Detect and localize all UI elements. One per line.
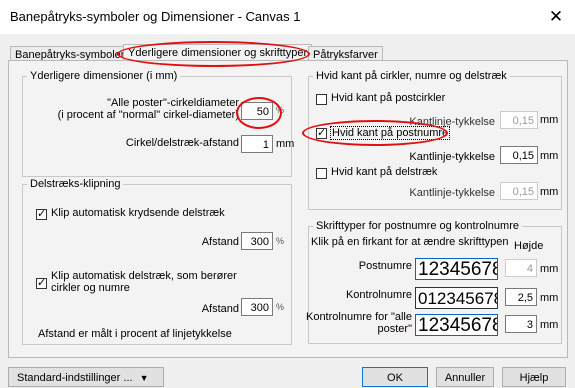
defaults-dropdown[interactable]: Standard-indstillinger ... ▼ <box>8 367 164 387</box>
fonts-hint: Klik på en firkant for at ændre skriftty… <box>311 236 509 248</box>
white-postcircles-width-input[interactable]: 0,15 <box>500 111 538 129</box>
height-header: Højde <box>514 240 544 252</box>
white-postnumbers-checkbox[interactable] <box>316 126 327 139</box>
dimensions-legend: Yderligere dimensioner (i mm) <box>30 70 178 82</box>
defaults-label: Standard-indstillinger ... <box>17 372 133 384</box>
postnumbers-height-input[interactable]: 4 <box>505 259 537 277</box>
clipping-group: Delstræks-klipning <box>22 178 292 345</box>
window-title: Banepåtryks-symboler og Dimensioner - Ca… <box>10 9 301 24</box>
allposts-font-label-1: Kontrolnumre for "alle <box>305 311 412 323</box>
postnumbers-height-unit: mm <box>540 263 559 275</box>
allposts-font-label-2: poster" <box>377 323 412 335</box>
circle-diameter-sublabel: (i procent af "normal" cirkel-diameter) <box>57 109 239 121</box>
circle-diameter-unit: % <box>276 105 285 115</box>
white-postnumbers-label: Hvid kant på postnumre <box>330 126 451 140</box>
clip-distance-2-input[interactable]: 300 <box>241 298 273 316</box>
clipping-legend: Delstræks-klipning <box>30 178 121 190</box>
white-legs-width-unit: mm <box>540 186 559 198</box>
white-postcircles-label: Hvid kant på postcirkler <box>331 92 446 104</box>
allposts-font-sample[interactable]: 12345678 <box>415 314 498 336</box>
clip-distance-1-label: Afstand <box>201 236 239 248</box>
circle-distance-unit: mm <box>276 138 295 150</box>
cancel-button[interactable]: Annuller <box>436 367 494 387</box>
clip-crossing-checkbox[interactable] <box>36 207 47 220</box>
controlnumbers-font-label: Kontrolnumre <box>345 289 412 301</box>
white-postnumbers-width-input[interactable]: 0,15 <box>500 146 538 164</box>
allposts-height-unit: mm <box>540 319 559 331</box>
white-border-legend: Hvid kant på cirkler, numre og delstræk <box>316 70 507 82</box>
white-postcircles-checkbox[interactable] <box>316 94 327 105</box>
clip-distance-2-label: Afstand <box>201 303 239 315</box>
white-postnumbers-width-unit: mm <box>540 150 559 162</box>
close-icon[interactable]: ✕ <box>546 7 566 27</box>
clip-note: Afstand er målt i procent af linjetykkel… <box>38 328 232 340</box>
controlnumbers-height-input[interactable]: 2,5 <box>505 288 537 306</box>
white-legs-width-label: Kantlinje-tykkelse <box>409 187 495 199</box>
postnumbers-font-label: Postnumre <box>358 260 412 272</box>
help-button[interactable]: Hjælp <box>502 367 566 387</box>
postnumbers-font-sample[interactable]: 12345678 <box>415 258 498 280</box>
controlnumbers-height-unit: mm <box>540 292 559 304</box>
allposts-height-input[interactable]: 3 <box>505 315 537 333</box>
circle-distance-label: Cirkel/delstræk-afstand <box>125 137 239 149</box>
clip-distance-1-unit: % <box>276 236 285 246</box>
chevron-down-icon: ▼ <box>139 373 149 383</box>
circle-distance-input[interactable]: 1 <box>241 135 273 153</box>
circle-diameter-label: "Alle poster"-cirkeldiameter <box>107 97 239 109</box>
fonts-legend: Skrifttyper for postnumre og kontrolnumr… <box>316 220 519 232</box>
clip-distance-1-input[interactable]: 300 <box>241 232 273 250</box>
clip-touching-checkbox[interactable] <box>36 276 47 289</box>
clip-crossing-label: Klip automatisk krydsende delstræk <box>51 207 225 219</box>
controlnumbers-font-sample[interactable]: 0123456789 <box>415 287 498 309</box>
white-postnumbers-width-label: Kantlinje-tykkelse <box>409 151 495 163</box>
ok-button[interactable]: OK <box>362 367 428 387</box>
circle-diameter-input[interactable]: 50 <box>241 102 273 120</box>
clip-touching-label: Klip automatisk delstræk, som berører ci… <box>51 270 237 294</box>
dimensions-group: Yderligere dimensioner (i mm) <box>22 70 292 177</box>
white-postcircles-width-unit: mm <box>540 114 559 126</box>
white-legs-width-input[interactable]: 0,15 <box>500 182 538 200</box>
white-legs-checkbox[interactable] <box>316 168 327 179</box>
white-legs-label: Hvid kant på delstræk <box>331 166 438 178</box>
clip-distance-2-unit: % <box>276 302 285 312</box>
